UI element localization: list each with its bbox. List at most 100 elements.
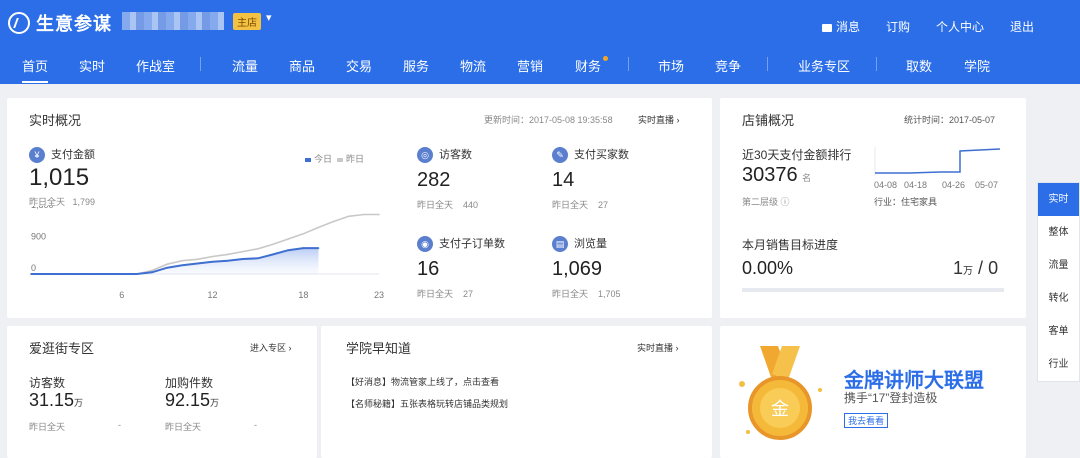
enter-zone-link[interactable]: 进入专区 › — [250, 341, 292, 354]
rank-value: 30376 — [742, 164, 798, 186]
profile-link[interactable]: 个人中心 — [936, 18, 984, 35]
promo-subtitle: 携手“17”登封造极 — [844, 391, 938, 405]
logo[interactable]: 生意参谋 — [8, 10, 112, 36]
rank-level: 第二层级 ⓘ — [742, 197, 790, 207]
side-tab-traffic[interactable]: 流量 — [1038, 249, 1079, 282]
metric-sub-orders: ◉ 支付子订单数 16 昨日全天 27 — [417, 236, 505, 300]
target-percent: 0.00% — [742, 258, 794, 278]
target-amount: 1万 / 0 — [953, 258, 999, 278]
academy-news-item[interactable]: 【好消息】物流管家上线了，点击查看 — [346, 375, 499, 388]
metric-value: 1,069 — [552, 258, 603, 281]
today-point — [151, 271, 153, 274]
today-point — [242, 258, 244, 260]
nav-traffic[interactable]: 流量 — [232, 56, 258, 75]
side-tab-avg-order[interactable]: 客单 — [1038, 315, 1079, 348]
yesterday-point — [166, 263, 168, 265]
metric-value: 282 — [417, 169, 451, 192]
metric-value: 14 — [552, 169, 575, 192]
shop-badge: 主店 — [233, 13, 261, 30]
yesterday-point — [272, 243, 274, 246]
pay-amount-value: 1,015 — [29, 164, 90, 191]
yesterday-point — [196, 258, 199, 261]
document-icon: ▤ — [552, 236, 568, 253]
nav-academy[interactable]: 学院 — [964, 56, 990, 75]
logo-icon — [8, 12, 30, 34]
message-icon — [821, 23, 832, 32]
yesterday-point — [257, 248, 259, 250]
realtime-overview-card: 实时概况 更新时间：2017-05-08 19:35:58 实时直播 › ¥ 支付… — [7, 98, 712, 318]
yesterday-point — [242, 250, 244, 253]
y-tick-label: 1,800 — [31, 206, 54, 210]
promo-banner[interactable]: 金 金牌讲师大联盟 携手“17”登封造极 我去看看 — [720, 326, 1026, 458]
academy-card: 学院早知道 实时直播 › 【好消息】物流管家上线了，点击查看 【名师秘籍】五张表… — [321, 326, 712, 458]
metric-yesterday: 昨日全天 440 — [417, 200, 479, 211]
nav-market[interactable]: 市场 — [658, 56, 684, 75]
today-point — [302, 247, 305, 249]
nav-realtime[interactable]: 实时 — [79, 56, 105, 75]
nav-trade[interactable]: 交易 — [346, 56, 372, 75]
medal-char: 金 — [771, 399, 789, 420]
visitor-yesterday: 昨日全天 - — [29, 420, 121, 432]
spark-tick: 04-26 — [942, 180, 965, 190]
live-link[interactable]: 实时直播 › — [638, 113, 680, 126]
today-point — [287, 249, 290, 251]
rank-sparkline: 04-08 04-18 04-26 05-07 — [874, 147, 1001, 190]
yesterday-point — [211, 255, 214, 258]
side-tab-realtime[interactable]: 实时 — [1038, 183, 1079, 216]
yesterday-point — [302, 232, 305, 235]
live-link[interactable]: 实时直播 › — [637, 341, 679, 354]
cart-yesterday: 昨日全天 - — [165, 420, 257, 432]
nav-competition[interactable]: 竞争 — [715, 56, 741, 75]
nav-goods[interactable]: 商品 — [289, 56, 315, 75]
today-point — [226, 259, 229, 262]
today-point — [211, 260, 214, 263]
today-point — [136, 273, 138, 275]
today-point — [196, 262, 199, 265]
nav-business-zone[interactable]: 业务专区 — [798, 56, 850, 75]
nav-service[interactable]: 服务 — [403, 56, 429, 75]
academy-news-item[interactable]: 【名师秘籍】五张表格玩转店铺品类规划 — [346, 397, 508, 410]
nav-divider — [876, 57, 877, 71]
nav-data-fetch[interactable]: 取数 — [906, 56, 932, 75]
side-tab-industry[interactable]: 行业 — [1038, 348, 1079, 381]
nav-war-room[interactable]: 作战室 — [136, 56, 175, 75]
chevron-down-icon[interactable]: ▾ — [266, 11, 272, 24]
visitor-label: 访客数 — [29, 376, 66, 390]
spark-tick: 04-18 — [904, 180, 927, 190]
y-tick-label: 0 — [31, 263, 36, 273]
header-links: 消息 订购 个人中心 退出 — [821, 18, 1034, 35]
yesterday-point — [317, 226, 320, 229]
promo-button[interactable]: 我去看看 — [844, 413, 889, 428]
message-link[interactable]: 消息 — [821, 18, 860, 35]
help-icon[interactable]: ⓘ — [781, 197, 790, 207]
order-link[interactable]: 订购 — [886, 18, 910, 35]
y-tick-label: 900 — [31, 232, 46, 242]
today-point — [317, 247, 320, 249]
notification-dot-icon — [603, 56, 609, 61]
yesterday-point — [332, 220, 335, 223]
side-tab-overall[interactable]: 整体 — [1038, 216, 1079, 249]
pay-amount-label: ¥ 支付金额 — [29, 146, 95, 164]
card-title: 爱逛街专区 — [29, 341, 95, 356]
yesterday-point — [363, 213, 365, 216]
x-tick-label: 18 — [298, 290, 308, 300]
x-tick-label: 23 — [374, 290, 384, 300]
main-nav: 首页 实时 作战室 流量 商品 交易 服务 物流 营销 财务 市场 竞争 业务专… — [0, 50, 1080, 83]
nav-logistics[interactable]: 物流 — [460, 56, 486, 75]
right-side-tabs: 实时 整体 流量 转化 客单 行业 — [1037, 182, 1080, 382]
nav-divider — [628, 57, 629, 71]
x-tick-label: 12 — [208, 290, 218, 300]
today-point — [60, 273, 63, 275]
shop-name-blurred[interactable] — [122, 12, 224, 30]
nav-finance[interactable]: 财务 — [575, 56, 609, 75]
nav-home[interactable]: 首页 — [22, 56, 49, 83]
logo-text: 生意参谋 — [36, 14, 112, 34]
chevron-right-icon: › — [676, 115, 680, 125]
nav-marketing[interactable]: 营销 — [517, 56, 543, 75]
metric-buyers: ✎ 支付买家数 14 昨日全天 27 — [552, 147, 629, 211]
side-tab-conversion[interactable]: 转化 — [1038, 282, 1079, 315]
target-label: 本月销售目标进度 — [742, 238, 839, 252]
rank-label: 近30天支付金额排行 — [742, 148, 852, 162]
logout-link[interactable]: 退出 — [1010, 18, 1034, 35]
eye-icon: ◉ — [417, 236, 433, 253]
